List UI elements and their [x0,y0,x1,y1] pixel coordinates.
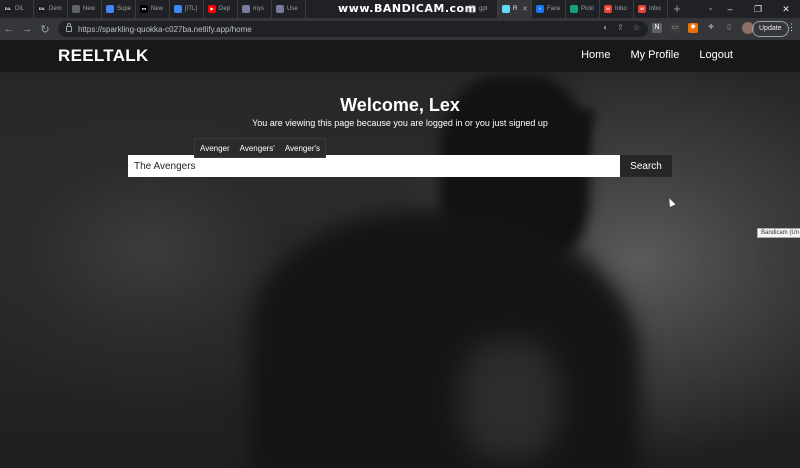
site-navbar: REELTALK Home My Profile Logout [0,40,800,72]
tab-list-right: gpt R ✕ f Face Pickl M Inbo M Inbo [464,0,668,18]
tab-label: [ITL] [185,6,198,12]
browser-tab[interactable]: Supe [102,0,136,18]
tab-label: Dem [49,6,62,12]
spellcheck-suggestions: Avenger Avengers' Avenger's [194,138,327,158]
tab-favicon-icon: ●● [140,5,148,13]
tab-label: New [151,6,164,12]
tab-favicon-icon [570,5,578,13]
browser-tab[interactable]: DIL DIL [0,0,34,18]
tab-favicon-icon [502,5,510,13]
tab-label: DIL [15,6,25,12]
tab-favicon-icon [72,5,80,13]
tab-favicon-icon: ▶ [208,5,216,13]
browser-tab[interactable]: mys [238,0,272,18]
lock-icon[interactable] [66,23,72,32]
tab-favicon-icon [106,5,114,13]
browser-tab[interactable]: Pickl [566,0,600,18]
tab-favicon-icon [174,5,182,13]
tab-label: Use [287,6,298,12]
tab-label: Inbo [649,6,661,12]
browser-tab[interactable]: M Inbo [600,0,634,18]
extension-icon[interactable]: N [652,23,662,33]
puzzle-icon[interactable]: ✚ [706,23,716,33]
browser-tab[interactable]: f Face [532,0,566,18]
browser-tab[interactable]: R ✕ [498,0,532,18]
page-content: REELTALK Home My Profile Logout Welcome,… [0,40,800,468]
search-button[interactable]: Search [620,155,672,177]
browser-tab[interactable]: ▶ Dep [204,0,238,18]
recording-watermark: www.BANDICAM.com [338,2,477,15]
omnibox-actions: ◐ ⇪ ☆ [603,23,640,32]
window-controls: – ❐ ✕ [716,0,800,18]
browser-tab[interactable]: ●● New [136,0,170,18]
tab-label: New [83,6,96,12]
page-title: Welcome, Lex [340,95,460,115]
browser-tab[interactable]: Use [272,0,306,18]
tab-label: mys [253,6,264,12]
extensions-area: N ▭ ✸ ✚ ▯ [652,22,754,34]
tab-favicon-icon: M [604,5,612,13]
nav-logout-link[interactable]: Logout [699,49,733,61]
tab-search-icon[interactable]: ⌄ [707,3,714,12]
extension-icon[interactable]: ▭ [670,23,680,33]
tab-label: Dep [219,6,231,12]
tab-favicon-icon: M [638,5,646,13]
new-tab-button[interactable]: + [668,0,686,18]
close-tab-icon[interactable]: ✕ [522,5,528,13]
browser-toolbar: ← → ↻ https://sparkling-quokka-c027ba.ne… [0,18,800,40]
close-window-icon[interactable]: ✕ [772,4,800,15]
mouse-cursor [666,197,676,207]
browser-tab[interactable]: New [68,0,102,18]
address-bar[interactable]: https://sparkling-quokka-c027ba.netlify.… [58,21,648,37]
browser-tab[interactable]: DIL Dem [34,0,68,18]
tab-label: R [513,6,518,12]
tab-label: Pickl [581,6,594,12]
tooltip: Bandicam (Un [757,228,800,238]
share-icon[interactable]: ⇪ [617,23,624,32]
suggestion-item[interactable]: Avenger's [285,144,320,153]
google-lens-icon[interactable]: ◐ [603,23,608,32]
brand-logo[interactable]: REELTALK [58,46,149,66]
browser-tab[interactable]: M Inbo [634,0,668,18]
tab-favicon-icon: DIL [4,5,12,13]
reload-icon[interactable]: ↻ [36,23,54,36]
minimize-icon[interactable]: – [716,4,744,14]
back-arrow-icon[interactable]: ← [0,23,18,35]
tab-label: gpt [479,6,488,12]
tab-favicon-icon [276,5,284,13]
suggestion-item[interactable]: Avengers' [240,144,275,153]
extension-icon[interactable]: ✸ [688,23,698,33]
tab-label: Face [547,6,561,12]
nav-profile-link[interactable]: My Profile [630,49,679,61]
tab-favicon-icon: DIL [38,5,46,13]
maximize-icon[interactable]: ❐ [744,4,772,15]
tab-favicon-icon [242,5,250,13]
tab-list: DIL DIL DIL Dem New Supe ●● New [ITL] ▶ Dep mys Use [0,0,306,18]
nav-home-link[interactable]: Home [581,49,610,61]
tab-label: Inbo [615,6,627,12]
search-input[interactable]: The Avengers [128,155,620,177]
forward-arrow-icon[interactable]: → [18,23,36,35]
update-button[interactable]: Update [752,21,789,37]
tab-favicon-icon: f [536,5,544,13]
bookmark-star-icon[interactable]: ☆ [633,23,640,32]
side-panel-icon[interactable]: ▯ [724,23,734,33]
nav-links: Home My Profile Logout [581,49,733,61]
welcome-subtitle: You are viewing this page because you ar… [252,118,548,128]
more-menu-icon[interactable]: ⋮ [787,22,796,33]
browser-tab[interactable]: [ITL] [170,0,204,18]
tab-label: Supe [117,6,132,12]
suggestion-item[interactable]: Avenger [200,144,230,153]
url-text[interactable]: https://sparkling-quokka-c027ba.netlify.… [78,25,252,34]
